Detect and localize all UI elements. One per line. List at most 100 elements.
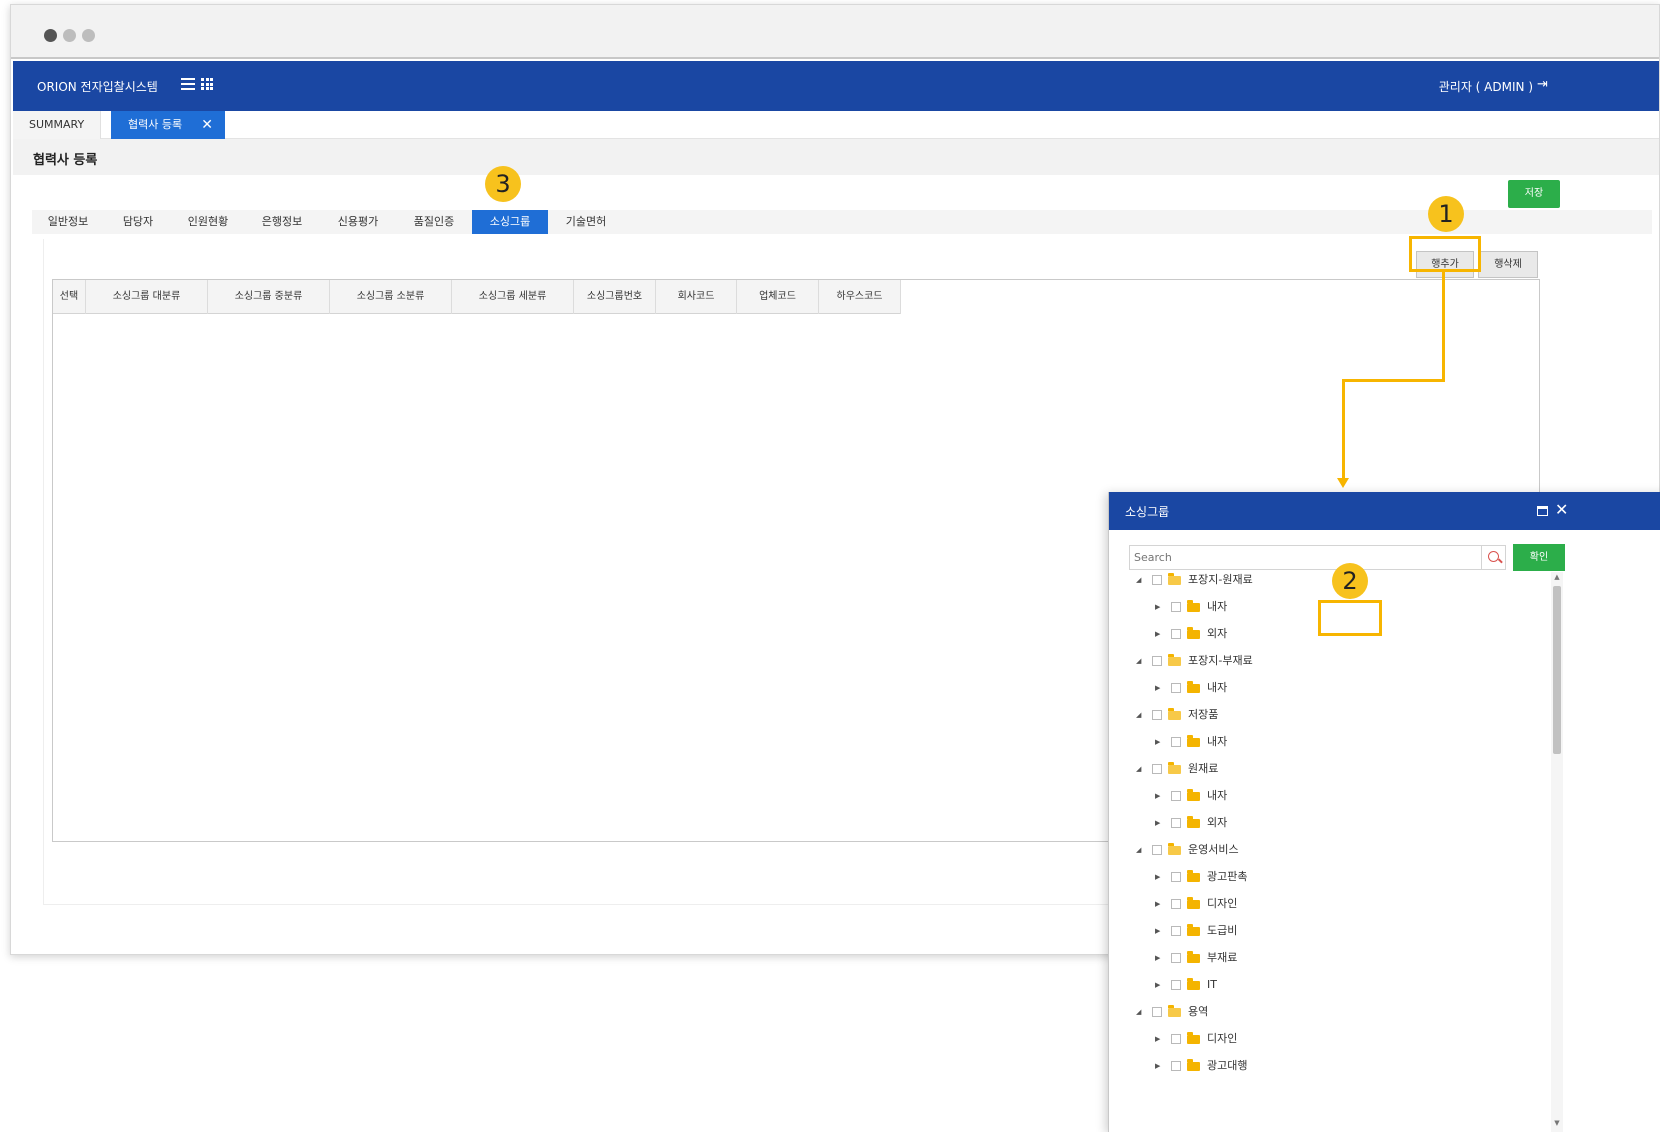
annotation-arrow [1337, 478, 1349, 488]
step-badge-1: 1 [1428, 196, 1464, 232]
scroll-down-arrow-icon[interactable]: ▼ [1552, 1118, 1562, 1128]
grid-column-header[interactable]: 업체코드 [737, 280, 819, 314]
tree-checkbox[interactable] [1152, 656, 1162, 666]
folder-open-icon [1168, 654, 1181, 666]
close-icon[interactable]: ✕ [1555, 500, 1568, 519]
tree-checkbox[interactable] [1171, 926, 1181, 936]
folder-icon [1187, 600, 1200, 612]
tab-partner-registration[interactable]: 협력사 등록 ✕ [111, 111, 225, 139]
subtab-contact[interactable]: 담당자 [104, 210, 172, 234]
expand-triangle-icon[interactable]: ▶ [1155, 975, 1165, 995]
window-control-dot[interactable] [44, 29, 57, 42]
highlight-tree-area [1318, 600, 1382, 636]
expand-triangle-icon[interactable]: ▶ [1155, 678, 1165, 698]
collapse-triangle-icon[interactable]: ◢ [1136, 705, 1146, 725]
tree-checkbox[interactable] [1171, 980, 1181, 990]
logout-icon[interactable]: ⇥ [1537, 78, 1551, 92]
dialog-header: 소싱그룹 ✕ [1109, 492, 1660, 530]
tree-checkbox[interactable] [1171, 953, 1181, 963]
tree-checkbox[interactable] [1171, 791, 1181, 801]
window-control-dot[interactable] [63, 29, 76, 42]
folder-open-icon [1168, 762, 1181, 774]
dialog-title: 소싱그룹 [1125, 505, 1170, 519]
search-icon[interactable] [1481, 546, 1506, 569]
subtab-bar: 일반정보 담당자 인원현황 은행정보 신용평가 품질인증 소싱그룹 기술면허 [32, 210, 1652, 234]
tree-checkbox[interactable] [1152, 710, 1162, 720]
folder-icon [1187, 870, 1200, 882]
tree-checkbox[interactable] [1152, 845, 1162, 855]
page-tabbar: SUMMARY 협력사 등록 ✕ [13, 111, 1659, 139]
folder-open-icon [1168, 708, 1181, 720]
tree-checkbox[interactable] [1152, 764, 1162, 774]
tree-checkbox[interactable] [1152, 575, 1162, 585]
collapse-triangle-icon[interactable]: ◢ [1136, 651, 1146, 671]
expand-triangle-icon[interactable]: ▶ [1155, 813, 1165, 833]
grid-column-header[interactable]: 소싱그룹 소분류 [330, 280, 452, 314]
grid-column-header[interactable]: 소싱그룹 대분류 [86, 280, 208, 314]
subtab-general-info[interactable]: 일반정보 [32, 210, 104, 234]
expand-triangle-icon[interactable]: ▶ [1155, 948, 1165, 968]
expand-triangle-icon[interactable]: ▶ [1155, 894, 1165, 914]
confirm-button[interactable]: 확인 [1513, 544, 1565, 571]
subtab-credit-rating[interactable]: 신용평가 [320, 210, 396, 234]
grid-column-header[interactable]: 회사코드 [656, 280, 737, 314]
annotation-connector [1342, 379, 1345, 479]
tree-checkbox[interactable] [1171, 872, 1181, 882]
user-label: 관리자 ( ADMIN ) [1438, 80, 1533, 94]
subtab-bank-info[interactable]: 은행정보 [244, 210, 320, 234]
folder-open-icon [1168, 843, 1181, 855]
collapse-triangle-icon[interactable]: ◢ [1136, 570, 1146, 590]
search-input[interactable] [1130, 546, 1480, 569]
expand-triangle-icon[interactable]: ▶ [1155, 624, 1165, 644]
expand-triangle-icon[interactable]: ▶ [1155, 1056, 1165, 1076]
subtab-quality-cert[interactable]: 품질인증 [396, 210, 472, 234]
delete-row-button[interactable]: 행삭제 [1478, 251, 1538, 278]
tree-checkbox[interactable] [1171, 1034, 1181, 1044]
collapse-triangle-icon[interactable]: ◢ [1136, 759, 1146, 779]
highlight-add-row [1409, 236, 1481, 272]
grid-column-header[interactable]: 하우스코드 [819, 280, 901, 314]
folder-icon [1187, 681, 1200, 693]
tree-checkbox[interactable] [1171, 818, 1181, 828]
app-title: ORION 전자입찰시스템 [37, 80, 158, 94]
folder-open-icon [1168, 1005, 1181, 1017]
tree-checkbox[interactable] [1171, 899, 1181, 909]
subtab-staffing[interactable]: 인원현황 [172, 210, 244, 234]
grid-column-header[interactable]: 소싱그룹번호 [574, 280, 656, 314]
maximize-icon[interactable] [1537, 506, 1548, 516]
subtab-sourcing-group[interactable]: 소싱그룹 [472, 210, 548, 234]
grid-column-header[interactable]: 소싱그룹 세분류 [452, 280, 574, 314]
expand-triangle-icon[interactable]: ▶ [1155, 867, 1165, 887]
folder-icon [1187, 789, 1200, 801]
tree-checkbox[interactable] [1152, 1007, 1162, 1017]
folder-icon [1187, 951, 1200, 963]
folder-icon [1187, 816, 1200, 828]
subtab-tech-license[interactable]: 기술면허 [548, 210, 624, 234]
window-control-dot[interactable] [82, 29, 95, 42]
annotation-connector [1342, 379, 1445, 382]
collapse-triangle-icon[interactable]: ◢ [1136, 840, 1146, 860]
expand-triangle-icon[interactable]: ▶ [1155, 786, 1165, 806]
annotation-connector [1442, 272, 1445, 382]
collapse-triangle-icon[interactable]: ◢ [1136, 1002, 1146, 1022]
tree-checkbox[interactable] [1171, 602, 1181, 612]
tree-checkbox[interactable] [1171, 1061, 1181, 1071]
expand-triangle-icon[interactable]: ▶ [1155, 597, 1165, 617]
hamburger-menu-icon[interactable] [181, 78, 195, 90]
expand-triangle-icon[interactable]: ▶ [1155, 732, 1165, 752]
sourcing-group-dialog: 소싱그룹 ✕ 확인 ◢포장지-원재료 ▶내자 ▶외자 ◢포장지-부재료 ▶내자 … [1108, 492, 1660, 1132]
grid-column-header[interactable]: 소싱그룹 중분류 [208, 280, 330, 314]
scroll-up-arrow-icon[interactable]: ▲ [1552, 572, 1562, 582]
tree-checkbox[interactable] [1171, 683, 1181, 693]
save-button[interactable]: 저장 [1508, 180, 1560, 208]
apps-grid-icon[interactable] [201, 78, 213, 90]
expand-triangle-icon[interactable]: ▶ [1155, 1029, 1165, 1049]
grid-column-header[interactable]: 선택 [53, 280, 86, 314]
tree-checkbox[interactable] [1171, 737, 1181, 747]
folder-icon [1187, 978, 1200, 990]
scrollbar-thumb[interactable] [1553, 586, 1561, 754]
expand-triangle-icon[interactable]: ▶ [1155, 921, 1165, 941]
tab-summary[interactable]: SUMMARY [13, 111, 102, 139]
tree-checkbox[interactable] [1171, 629, 1181, 639]
close-icon[interactable]: ✕ [201, 111, 213, 139]
